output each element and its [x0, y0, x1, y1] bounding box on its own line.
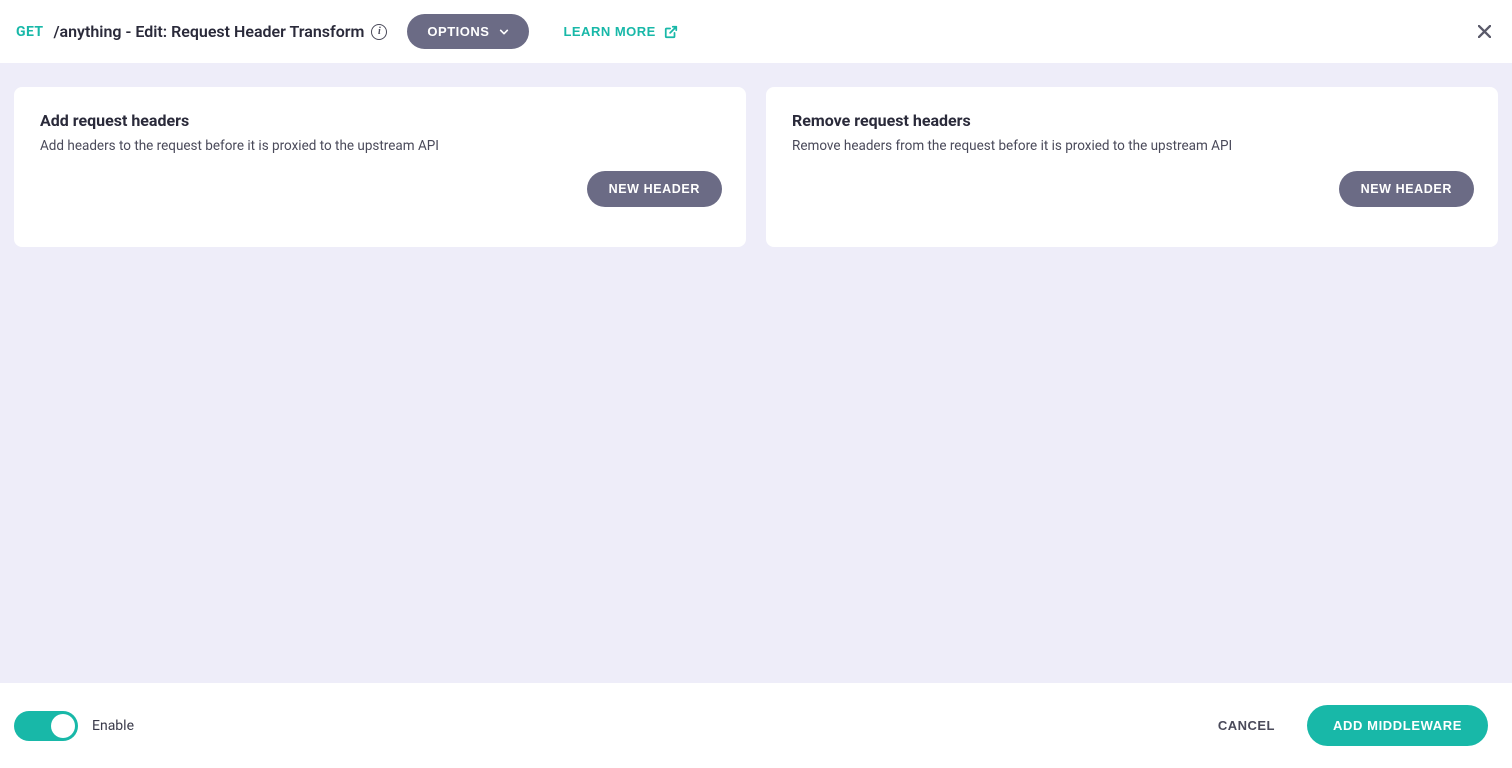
chevron-down-icon [499, 27, 509, 37]
options-button[interactable]: OPTIONS [407, 14, 529, 49]
enable-toggle-label: Enable [92, 718, 134, 734]
enable-toggle[interactable] [14, 711, 78, 741]
page-footer: Enable CANCEL ADD MIDDLEWARE [0, 683, 1512, 768]
add-request-headers-card: Add request headers Add headers to the r… [14, 87, 746, 247]
new-header-button-add[interactable]: NEW HEADER [587, 171, 722, 207]
page-title: /anything - Edit: Request Header Transfo… [53, 22, 364, 41]
card-desc-add: Add headers to the request before it is … [40, 136, 720, 156]
learn-more-label: LEARN MORE [563, 24, 655, 39]
close-icon [1478, 25, 1491, 38]
cancel-button[interactable]: CANCEL [1200, 708, 1293, 743]
options-label: OPTIONS [427, 24, 489, 39]
external-link-icon [664, 25, 678, 39]
close-button[interactable] [1474, 22, 1494, 42]
card-title-remove: Remove request headers [792, 111, 1472, 130]
page-header: GET /anything - Edit: Request Header Tra… [0, 0, 1512, 63]
remove-request-headers-card: Remove request headers Remove headers fr… [766, 87, 1498, 247]
add-middleware-button[interactable]: ADD MIDDLEWARE [1307, 705, 1488, 746]
card-title-add: Add request headers [40, 111, 720, 130]
http-method-badge: GET [16, 24, 43, 40]
card-desc-remove: Remove headers from the request before i… [792, 136, 1472, 156]
content-area: Add request headers Add headers to the r… [0, 63, 1512, 683]
new-header-button-remove[interactable]: NEW HEADER [1339, 171, 1474, 207]
learn-more-link[interactable]: LEARN MORE [563, 24, 677, 39]
toggle-knob [51, 714, 75, 738]
info-icon[interactable]: i [371, 24, 387, 40]
